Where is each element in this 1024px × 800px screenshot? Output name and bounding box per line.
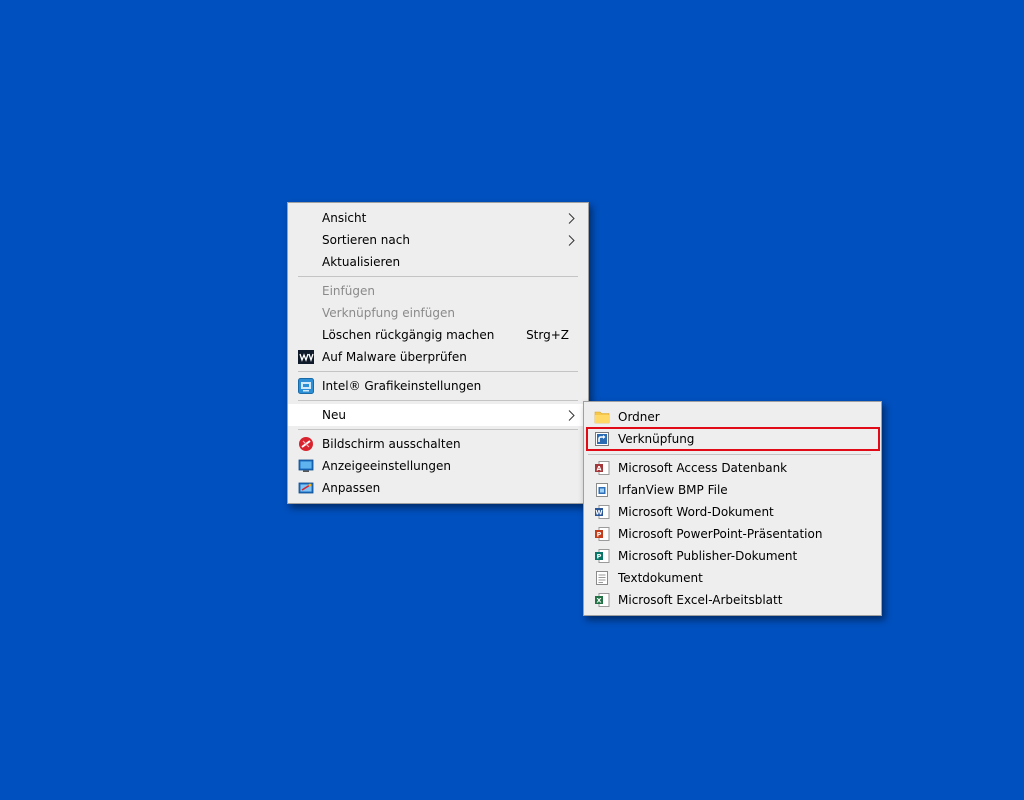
menu-item-label: Auf Malware überprüfen	[322, 350, 467, 364]
submenu-item-powerpoint[interactable]: P Microsoft PowerPoint-Präsentation	[584, 523, 881, 545]
menu-item-label: Microsoft Publisher-Dokument	[618, 549, 798, 563]
malwarebytes-icon	[298, 350, 314, 364]
menu-separator	[298, 429, 578, 430]
svg-text:P: P	[597, 553, 602, 561]
menu-separator	[298, 371, 578, 372]
submenu-item-ordner[interactable]: Ordner	[584, 406, 881, 428]
svg-text:A: A	[596, 465, 601, 473]
menu-item-einfuegen[interactable]: Einfügen	[288, 280, 588, 302]
highlight-frame	[586, 427, 880, 451]
submenu-item-word-dokument[interactable]: W Microsoft Word-Dokument	[584, 501, 881, 523]
menu-item-label: Anpassen	[322, 481, 381, 495]
menu-item-intel-grafikeinstellungen[interactable]: Intel® Grafikeinstellungen	[288, 375, 588, 397]
menu-item-label: Anzeigeeinstellungen	[322, 459, 451, 473]
menu-item-anpassen[interactable]: Anpassen	[288, 477, 588, 499]
chevron-right-icon	[568, 410, 575, 421]
svg-text:X: X	[596, 597, 601, 605]
menu-item-ansicht[interactable]: Ansicht	[288, 207, 588, 229]
submenu-item-irfanview-bmp[interactable]: IrfanView BMP File	[584, 479, 881, 501]
menu-separator	[588, 454, 871, 455]
submenu-item-access-datenbank[interactable]: A Microsoft Access Datenbank	[584, 457, 881, 479]
shortcut-label: Strg+Z	[526, 328, 569, 342]
menu-item-auf-malware-pruefen[interactable]: Auf Malware überprüfen	[288, 346, 588, 368]
publisher-icon: P	[595, 549, 610, 563]
excel-icon: X	[595, 593, 610, 607]
menu-item-loeschen-rueckgaengig[interactable]: Löschen rückgängig machen Strg+Z	[288, 324, 588, 346]
menu-item-label: IrfanView BMP File	[618, 483, 728, 497]
desktop-context-menu: Ansicht Sortieren nach Aktualisieren Ein…	[287, 202, 589, 504]
svg-text:W: W	[595, 509, 602, 517]
intel-graphics-icon	[298, 378, 314, 394]
menu-item-label: Einfügen	[322, 284, 375, 298]
chevron-right-icon	[568, 213, 575, 224]
screen-off-icon	[299, 437, 313, 451]
menu-item-label: Microsoft PowerPoint-Präsentation	[618, 527, 823, 541]
menu-separator	[298, 276, 578, 277]
powerpoint-icon: P	[595, 527, 610, 541]
menu-item-label: Löschen rückgängig machen	[322, 328, 495, 342]
text-document-icon	[596, 571, 608, 585]
submenu-item-textdokument[interactable]: Textdokument	[584, 567, 881, 589]
menu-item-aktualisieren[interactable]: Aktualisieren	[288, 251, 588, 273]
display-settings-icon	[298, 459, 314, 472]
svg-text:P: P	[597, 531, 602, 539]
access-icon: A	[595, 461, 610, 475]
word-icon: W	[595, 505, 610, 519]
personalize-icon	[298, 482, 314, 494]
chevron-right-icon	[568, 235, 575, 246]
menu-item-label: Microsoft Excel-Arbeitsblatt	[618, 593, 783, 607]
menu-item-neu[interactable]: Neu	[288, 404, 588, 426]
menu-item-label: Bildschirm ausschalten	[322, 437, 461, 451]
menu-item-label: Aktualisieren	[322, 255, 401, 269]
menu-item-sortieren-nach[interactable]: Sortieren nach	[288, 229, 588, 251]
menu-item-label: Microsoft Word-Dokument	[618, 505, 774, 519]
menu-item-label: Ansicht	[322, 211, 367, 225]
submenu-item-publisher[interactable]: P Microsoft Publisher-Dokument	[584, 545, 881, 567]
menu-item-label: Textdokument	[618, 571, 703, 585]
new-submenu: Ordner Verknüpfung A Microsoft Access Da…	[583, 401, 882, 616]
bmp-file-icon	[596, 483, 608, 497]
menu-item-label: Verknüpfung einfügen	[322, 306, 455, 320]
menu-item-verknuepfung-einfuegen[interactable]: Verknüpfung einfügen	[288, 302, 588, 324]
menu-item-label: Sortieren nach	[322, 233, 410, 247]
menu-item-label: Ordner	[618, 410, 660, 424]
folder-icon	[594, 411, 610, 424]
menu-item-label: Neu	[322, 408, 346, 422]
submenu-item-excel-arbeitsblatt[interactable]: X Microsoft Excel-Arbeitsblatt	[584, 589, 881, 611]
menu-item-bildschirm-ausschalten[interactable]: Bildschirm ausschalten	[288, 433, 588, 455]
menu-item-anzeigeeinstellungen[interactable]: Anzeigeeinstellungen	[288, 455, 588, 477]
menu-separator	[298, 400, 578, 401]
menu-item-label: Intel® Grafikeinstellungen	[322, 379, 482, 393]
menu-item-label: Microsoft Access Datenbank	[618, 461, 788, 475]
